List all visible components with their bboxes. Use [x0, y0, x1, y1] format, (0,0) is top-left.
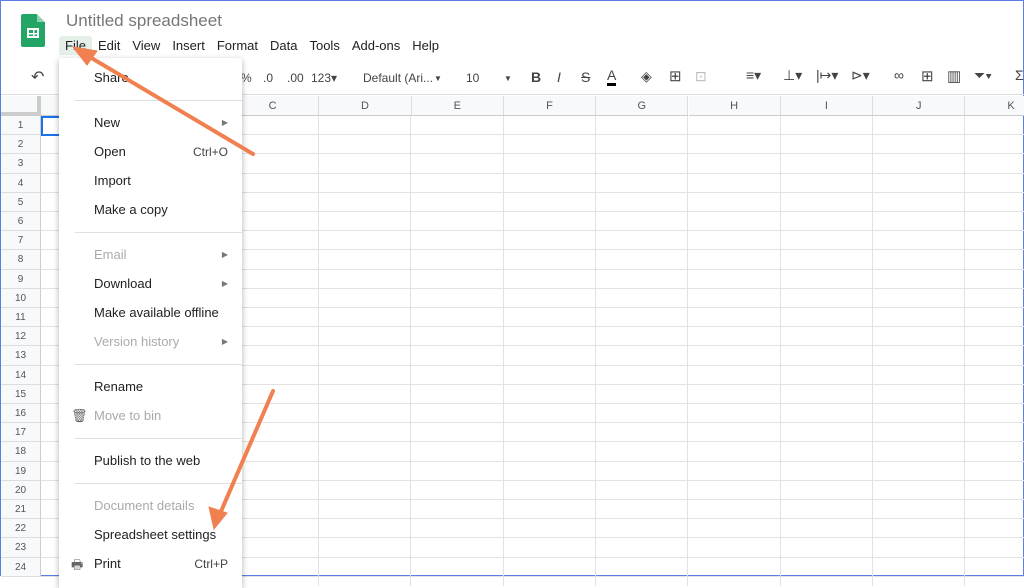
arrow-to-file-menu	[81, 51, 255, 156]
annotation-arrows	[71, 46, 275, 531]
arrow-head	[71, 46, 98, 66]
arrow-head	[208, 506, 228, 531]
arrow-to-spreadsheet-settings	[217, 389, 275, 518]
